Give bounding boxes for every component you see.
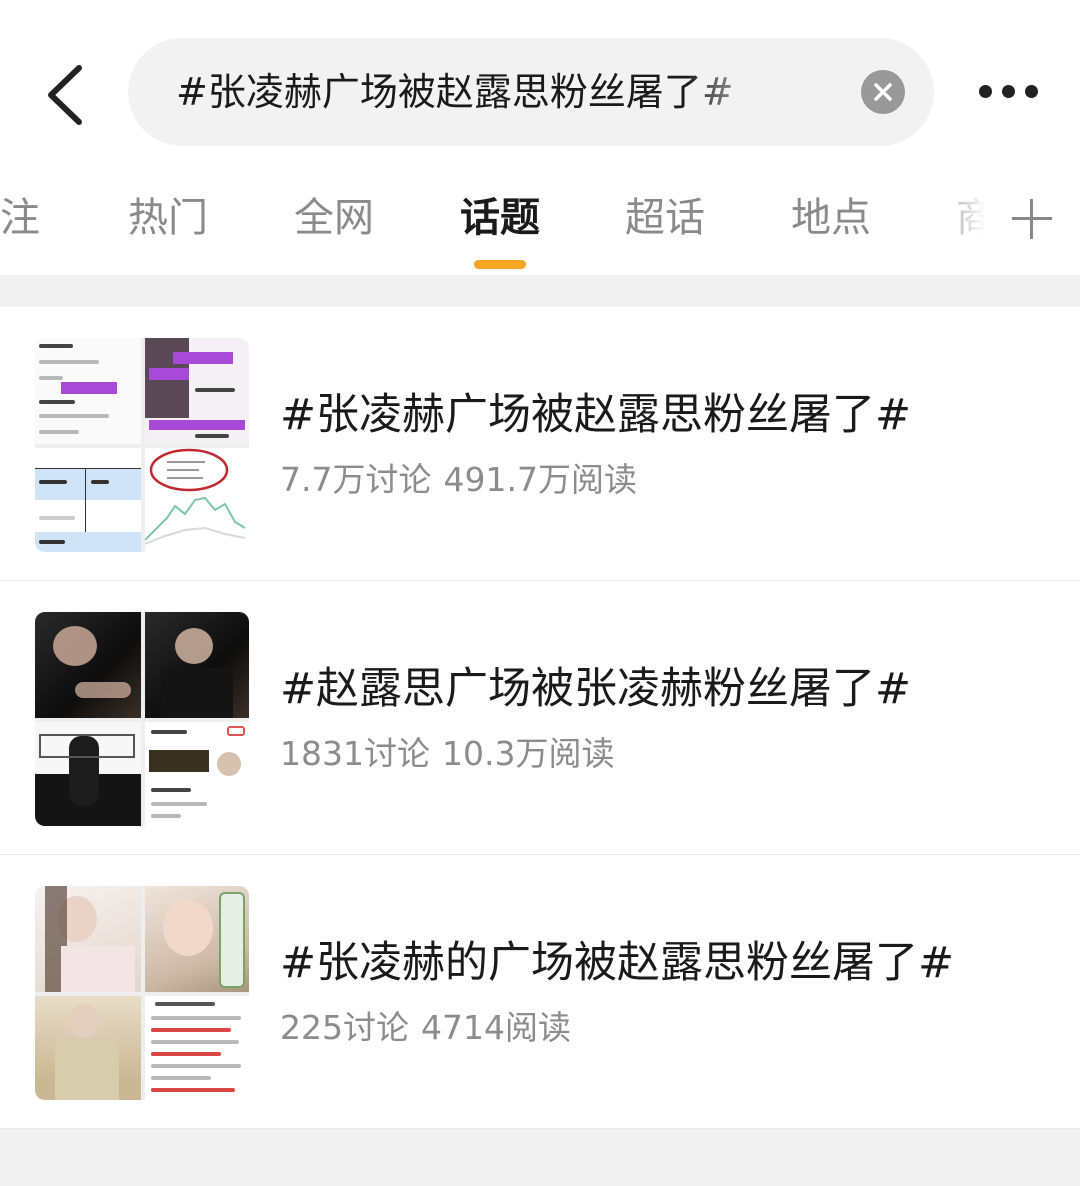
- top-bar: #张凌赫广场被赵露思粉丝屠了#: [0, 0, 1080, 160]
- topic-stats: 7.7万讨论 491.7万阅读: [280, 455, 637, 505]
- thumb-screenshot: [145, 338, 249, 444]
- tab-hot[interactable]: 热门: [128, 188, 208, 248]
- topic-stats: 225讨论 4714阅读: [280, 1003, 571, 1053]
- thumb-chart: [145, 448, 249, 552]
- more-button[interactable]: [968, 68, 1048, 114]
- discussion-count: 225讨论: [280, 1008, 409, 1047]
- chevron-left-icon: [48, 65, 82, 125]
- back-button[interactable]: [30, 55, 100, 135]
- read-count: 4714阅读: [421, 1008, 571, 1047]
- more-dots-icon: [978, 84, 992, 98]
- topic-thumbnail: [35, 338, 249, 552]
- search-box[interactable]: #张凌赫广场被赵露思粉丝屠了#: [128, 38, 934, 146]
- topic-thumbnail: [35, 612, 249, 826]
- thumb-table: [35, 448, 141, 552]
- thumb-photo: [35, 612, 141, 718]
- topic-title[interactable]: #张凌赫的广场被赵露思粉丝屠了#: [280, 933, 954, 993]
- topic-result-row[interactable]: #赵露思广场被张凌赫粉丝屠了# 1831讨论 10.3万阅读: [0, 581, 1080, 855]
- thumb-document: [145, 996, 249, 1100]
- footer-band: [0, 1129, 1080, 1186]
- thumb-screenshot: [35, 338, 141, 444]
- discussion-count: 7.7万讨论: [280, 460, 432, 499]
- tab-fade: [930, 160, 1000, 275]
- topic-stats: 1831讨论 10.3万阅读: [280, 729, 614, 779]
- add-tab-button[interactable]: [1008, 195, 1056, 243]
- tab-topics[interactable]: 话题: [460, 188, 540, 248]
- tab-bar: 关注 热门 全网 话题 超话 地点 商: [0, 160, 1080, 275]
- thumb-photo: [145, 886, 249, 992]
- discussion-count: 1831讨论: [280, 734, 430, 773]
- search-input[interactable]: #张凌赫广场被赵露思粉丝屠了#: [176, 64, 776, 120]
- tab-all-web[interactable]: 全网: [294, 188, 374, 248]
- topic-title[interactable]: #张凌赫广场被赵露思粉丝屠了#: [280, 385, 911, 445]
- tab-follow[interactable]: 关注: [0, 188, 40, 248]
- thumb-photo: [35, 886, 141, 992]
- topic-result-row[interactable]: #张凌赫广场被赵露思粉丝屠了# 7.7万讨论 491.7万阅读: [0, 307, 1080, 581]
- more-dot: [1001, 84, 1015, 98]
- clear-search-button[interactable]: [861, 70, 905, 114]
- tab-super-topics[interactable]: 超话: [625, 188, 705, 248]
- section-divider: [0, 275, 1080, 307]
- tab-places[interactable]: 地点: [791, 188, 871, 248]
- thumb-screenshot: [145, 722, 249, 826]
- thumb-photo: [35, 996, 141, 1100]
- more-dot: [1024, 84, 1038, 98]
- topic-result-row[interactable]: #张凌赫的广场被赵露思粉丝屠了# 225讨论 4714阅读: [0, 855, 1080, 1129]
- topic-thumbnail: [35, 886, 249, 1100]
- thumb-photo: [35, 722, 141, 826]
- close-icon: [874, 83, 892, 101]
- thumb-photo: [145, 612, 249, 718]
- read-count: 10.3万阅读: [441, 734, 615, 773]
- topic-title[interactable]: #赵露思广场被张凌赫粉丝屠了#: [280, 659, 911, 719]
- active-tab-indicator: [474, 260, 526, 269]
- read-count: 491.7万阅读: [443, 460, 637, 499]
